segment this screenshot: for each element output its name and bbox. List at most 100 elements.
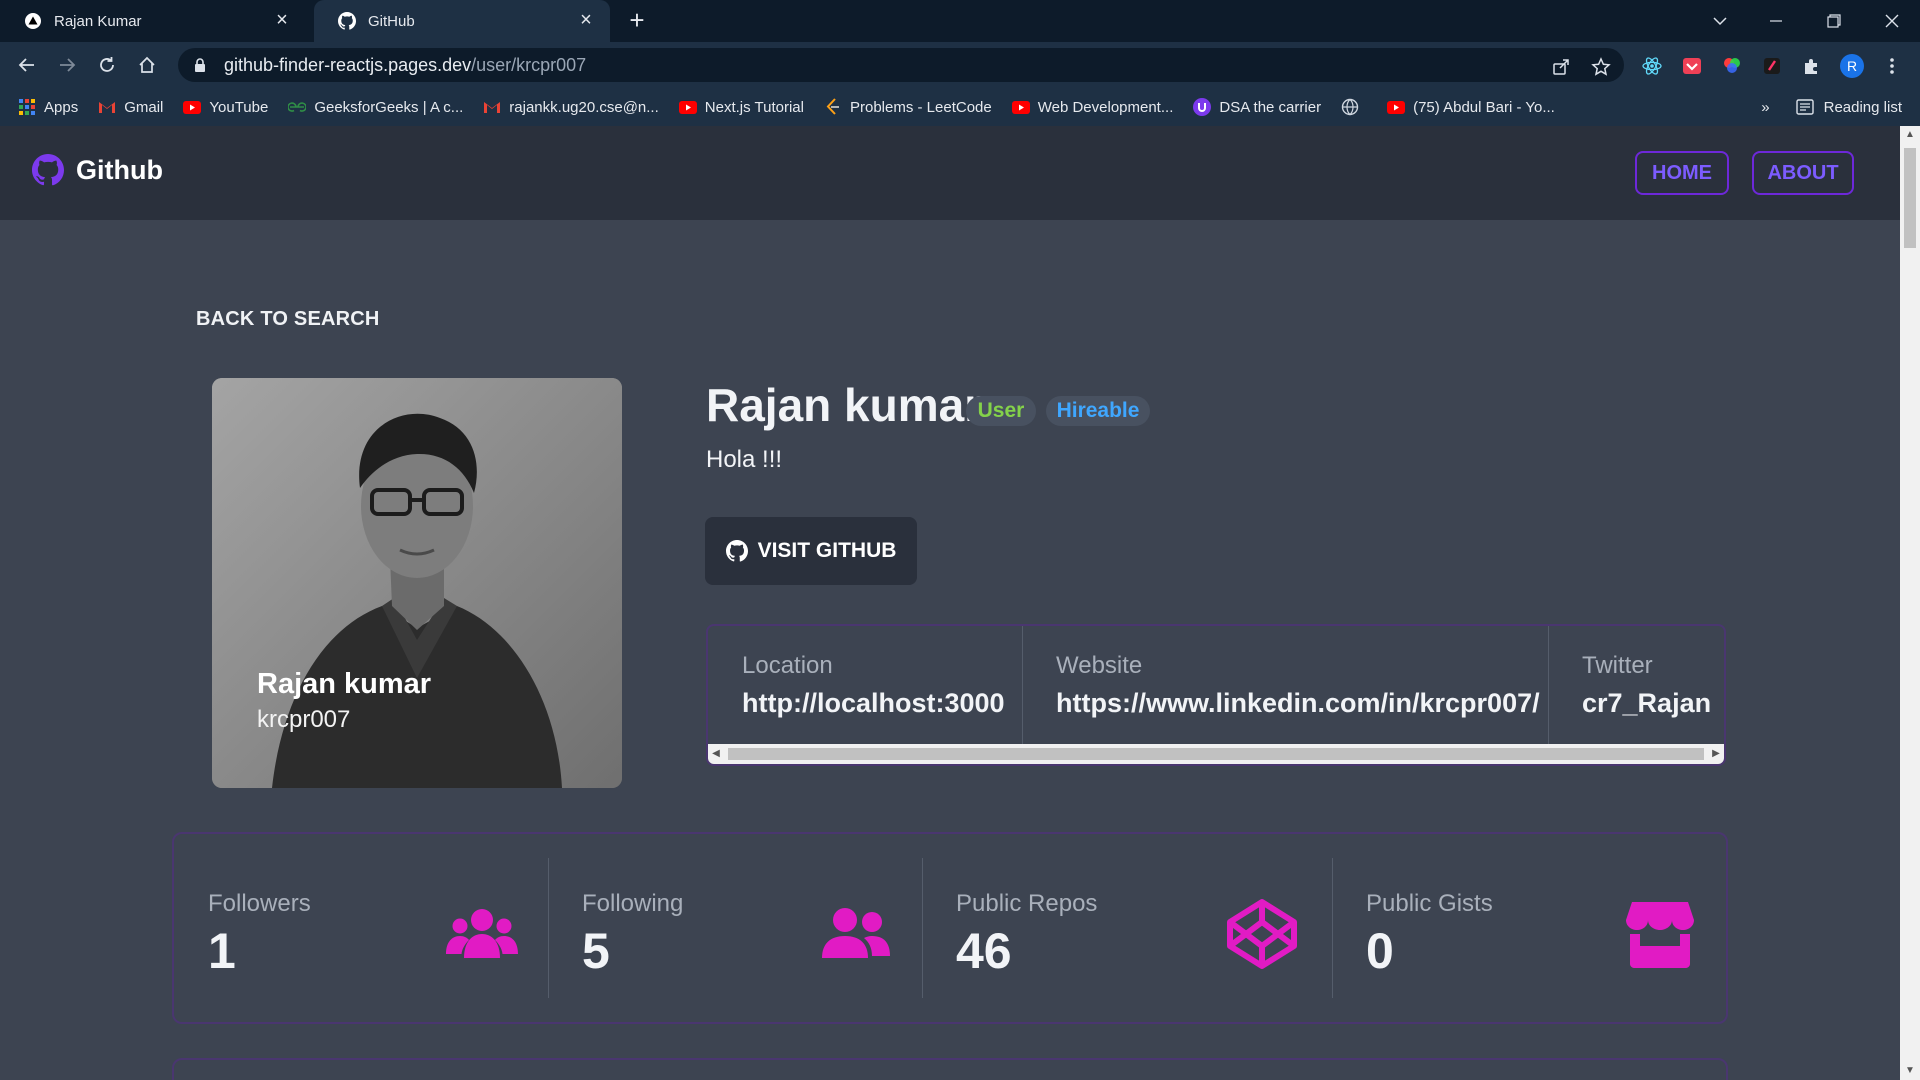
bookmark-leetcode[interactable]: Problems - LeetCode [824,98,992,116]
bookmark-gmail-2[interactable]: rajankk.ug20.cse@n... [483,98,659,116]
home-icon[interactable] [132,50,162,80]
info-location: Location http://localhost:3000 [708,626,1022,746]
bookmarks-right: » Reading list [1761,88,1902,126]
extensions-puzzle-icon[interactable] [1800,54,1824,78]
user-type-badge: User [966,396,1036,426]
browser-tab[interactable]: Rajan Kumar × [0,0,306,42]
bookmark-apps[interactable]: Apps [18,98,78,116]
nav-about-button[interactable]: ABOUT [1752,151,1854,195]
lock-icon[interactable] [194,57,210,73]
user-avatar-card: Rajan kumar krcpr007 [212,378,622,788]
bookmark-gmail[interactable]: Gmail [98,98,163,116]
bookmark-abdul-bari[interactable]: (75) Abdul Bari - Yo... [1387,98,1555,116]
info-label: Twitter [1582,652,1653,679]
avatar-name: Rajan kumar [257,668,432,700]
kebab-menu-icon[interactable] [1880,54,1904,78]
scrollbar-thumb[interactable] [728,748,1704,760]
pocket-icon[interactable] [1680,54,1704,78]
bookmark-gfg[interactable]: GeeksforGeeks | A c... [288,98,463,116]
info-value[interactable]: https://www.linkedin.com/in/krcpr007/ [1056,688,1540,719]
youtube-icon [1011,98,1030,116]
restore-window-icon[interactable] [1806,0,1862,42]
stat-label: Following [582,890,684,917]
reload-icon[interactable] [92,50,122,80]
youtube-icon [183,98,202,116]
browser-tab-strip: Rajan Kumar × GitHub × + [0,0,1920,42]
user-full-name: Rajan kumar [706,379,983,431]
tab-search-icon[interactable] [1692,0,1748,42]
user-friends-icon [822,908,890,958]
bookmarks-bar: Apps Gmail YouTube GeeksforGeeks | A c..… [0,88,1920,126]
share-icon[interactable] [1550,56,1572,78]
leetcode-icon [824,98,842,116]
scroll-right-arrow-icon[interactable]: ▶ [1708,744,1724,764]
brand-name: Github [76,154,163,185]
purple-u-icon [1193,98,1212,116]
bookmark-webdev[interactable]: Web Development... [1011,98,1173,116]
stat-value: 46 [956,923,1012,979]
bookmark-label: Next.js Tutorial [704,98,804,116]
youtube-icon [1387,98,1406,116]
profile-initial: R [1840,54,1864,78]
info-value[interactable]: http://localhost:3000 [742,688,1005,719]
url-host: github-finder-reactjs.pages.dev [224,54,472,75]
tab-title: GitHub [368,12,415,30]
close-tab-icon[interactable]: × [576,10,596,31]
reading-list-button[interactable]: Reading list [1795,98,1902,116]
close-tab-icon[interactable]: × [272,10,292,31]
scrollbar-thumb[interactable] [1904,148,1916,248]
visit-github-label: VISIT GITHUB [757,539,897,562]
scroll-left-arrow-icon[interactable]: ◀ [708,744,724,764]
address-bar[interactable]: github-finder-reactjs.pages.dev/user/krc… [178,48,1624,82]
bookmark-label: YouTube [209,98,269,116]
vertical-scrollbar[interactable]: ▲ ▼ [1900,126,1920,1080]
color-picker-icon[interactable] [1720,54,1744,78]
site-navbar: Github HOME ABOUT [0,126,1900,220]
bookmark-label: Problems - LeetCode [849,98,992,116]
github-icon [338,12,356,30]
stat-value: 5 [582,923,610,979]
stat-label: Public Gists [1366,890,1493,917]
vercel-triangle-icon [24,12,42,30]
apps-grid-icon [18,98,36,116]
github-logo-icon [32,154,64,186]
bookmark-youtube[interactable]: YouTube [183,98,268,116]
visit-github-button[interactable]: VISIT GITHUB [705,517,917,585]
stat-value: 1 [208,923,236,979]
react-devtools-icon[interactable] [1640,54,1664,78]
nav-home-button[interactable]: HOME [1635,151,1729,195]
back-to-search-link[interactable]: BACK TO SEARCH [196,308,380,331]
profile-avatar[interactable]: R [1840,54,1864,78]
bookmark-nextjs[interactable]: Next.js Tutorial [678,98,804,116]
info-label: Website [1056,652,1143,679]
minimize-window-icon[interactable] [1748,0,1804,42]
reading-list-label: Reading list [1823,98,1902,116]
extension-pen-icon[interactable] [1760,54,1784,78]
stat-value: 0 [1366,923,1394,979]
info-website: Website https://www.linkedin.com/in/krcp… [1022,626,1548,746]
close-window-icon[interactable] [1864,0,1920,42]
new-tab-button[interactable]: + [622,6,652,36]
scroll-up-arrow-icon[interactable]: ▲ [1900,126,1920,144]
scroll-down-arrow-icon[interactable]: ▼ [1900,1062,1920,1080]
bookmark-star-icon[interactable] [1590,56,1612,78]
tab-title: Rajan Kumar [54,12,142,30]
gfg-icon [288,98,307,116]
gmail-icon [98,98,116,116]
browser-tab-active[interactable]: GitHub × [314,0,610,42]
back-arrow-icon[interactable] [12,50,42,80]
bookmark-label: Apps [44,98,79,116]
brand-link[interactable]: Github [32,154,163,186]
github-icon [725,540,748,562]
info-value[interactable]: cr7_Rajan [1582,688,1714,719]
horizontal-scrollbar[interactable]: ◀ ▶ [708,744,1724,764]
bookmark-globe[interactable] [1341,98,1367,116]
store-icon [1626,902,1694,968]
avatar-login: krcpr007 [257,706,351,733]
stat-label: Public Repos [956,890,1098,917]
more-bookmarks-chevron[interactable]: » [1761,99,1769,116]
bookmark-dsa[interactable]: DSA the carrier [1193,98,1321,116]
forward-arrow-icon[interactable] [52,50,82,80]
globe-icon [1341,98,1359,116]
reading-list-icon [1795,99,1814,115]
